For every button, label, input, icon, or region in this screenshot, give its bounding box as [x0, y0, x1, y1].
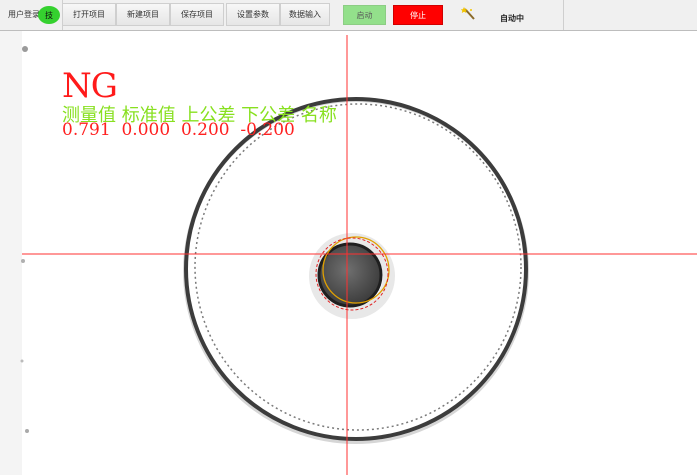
- start-label: 启动: [356, 10, 373, 20]
- start-button[interactable]: 启动: [343, 5, 386, 25]
- wand-icon: [461, 7, 475, 20]
- measured-hole: [317, 242, 383, 308]
- result-status: NG: [62, 66, 118, 106]
- toolbar: 用户登录 技 打开项目 新建项目 保存项目 设置参数 数据输入 启动 停止 自动…: [0, 0, 697, 31]
- stop-button[interactable]: 停止: [393, 5, 443, 25]
- settings-button[interactable]: 设置参数: [226, 3, 280, 26]
- new-project-button[interactable]: 新建项目: [116, 3, 170, 26]
- open-project-label: 打开项目: [73, 10, 105, 19]
- open-project-button[interactable]: 打开项目: [62, 3, 116, 26]
- data-input-label: 数据输入: [289, 10, 321, 19]
- stop-label: 停止: [410, 10, 426, 20]
- settings-label: 设置参数: [237, 10, 269, 19]
- new-project-label: 新建项目: [127, 10, 159, 19]
- login-label: 用户登录: [8, 10, 40, 19]
- save-project-label: 保存项目: [181, 10, 213, 19]
- result-values: 0.791 0.000 0.200 -0.200: [62, 120, 295, 140]
- save-project-button[interactable]: 保存项目: [170, 3, 224, 26]
- role-badge: 技: [38, 6, 60, 24]
- data-input-button[interactable]: 数据输入: [280, 3, 330, 26]
- toolbar-divider: [563, 0, 564, 30]
- auto-status: 自动中: [500, 14, 524, 23]
- login-group: 用户登录 技: [0, 0, 63, 30]
- role-badge-label: 技: [45, 10, 53, 20]
